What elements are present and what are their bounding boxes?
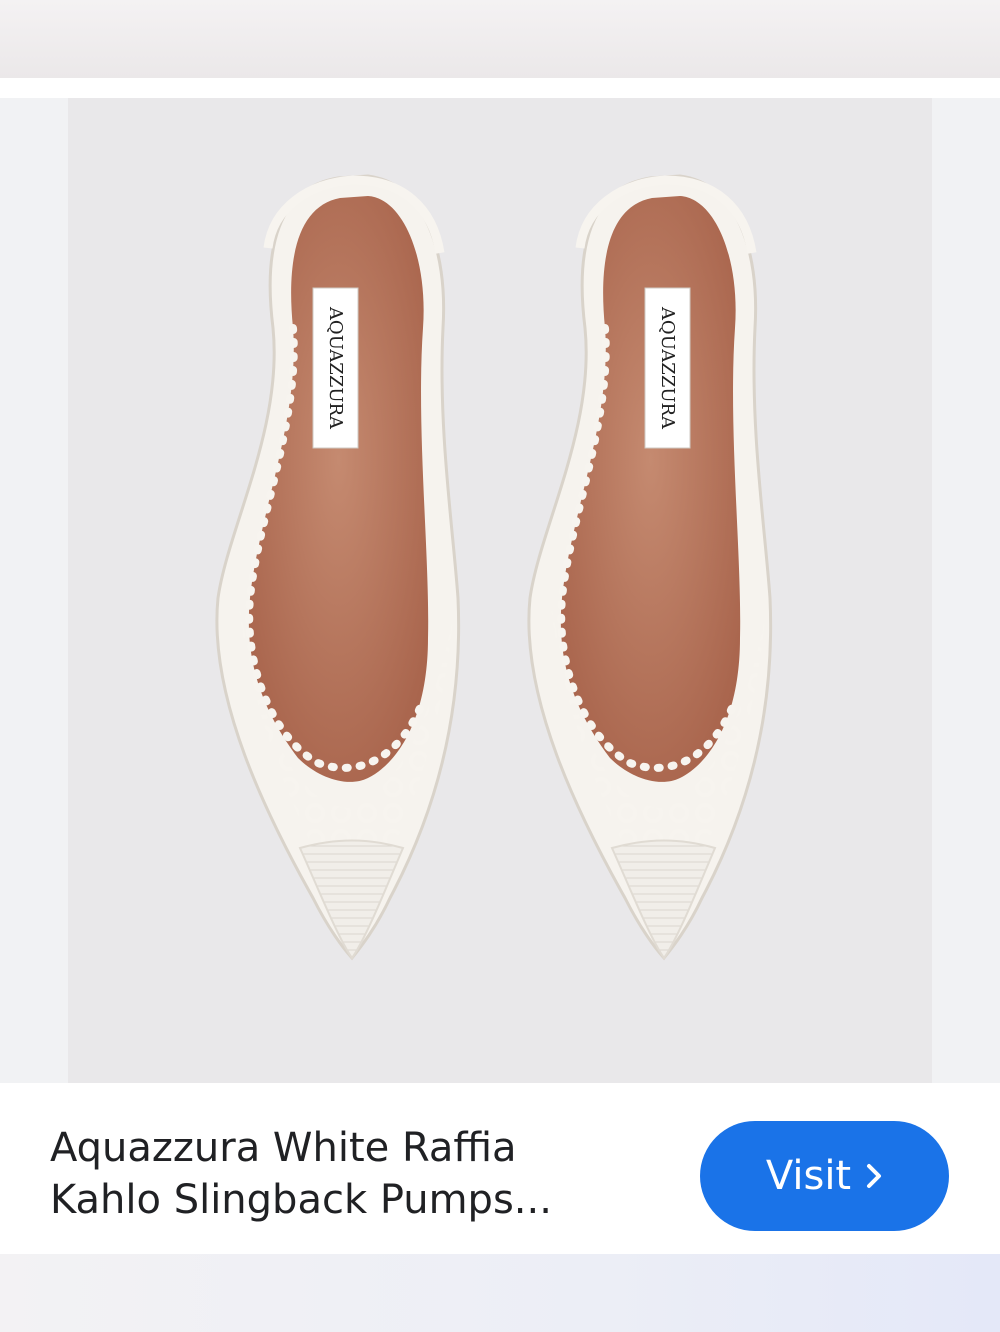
left-shoe: AQUAZZURA xyxy=(215,174,461,961)
product-title[interactable]: Aquazzura White Raffia Kahlo Slingback P… xyxy=(50,1122,670,1226)
product-title-line-2: Kahlo Slingback Pumps... xyxy=(50,1177,552,1223)
bottom-blurred-band xyxy=(0,1254,1000,1332)
right-shoe: AQUAZZURA xyxy=(527,174,773,961)
product-image-frame: AQUAZZURA AQUAZZURA xyxy=(0,98,1000,1083)
product-title-line-1: Aquazzura White Raffia xyxy=(50,1125,517,1171)
chevron-right-icon xyxy=(865,1162,883,1190)
right-brand-label: AQUAZZURA xyxy=(657,306,678,430)
left-brand-label: AQUAZZURA xyxy=(325,306,346,430)
visit-button-label: Visit xyxy=(765,1153,852,1199)
shoes-photo: AQUAZZURA AQUAZZURA xyxy=(215,174,773,961)
top-blurred-band xyxy=(0,0,1000,78)
product-image[interactable]: AQUAZZURA AQUAZZURA xyxy=(68,98,932,1083)
visit-button[interactable]: Visit xyxy=(700,1121,949,1231)
